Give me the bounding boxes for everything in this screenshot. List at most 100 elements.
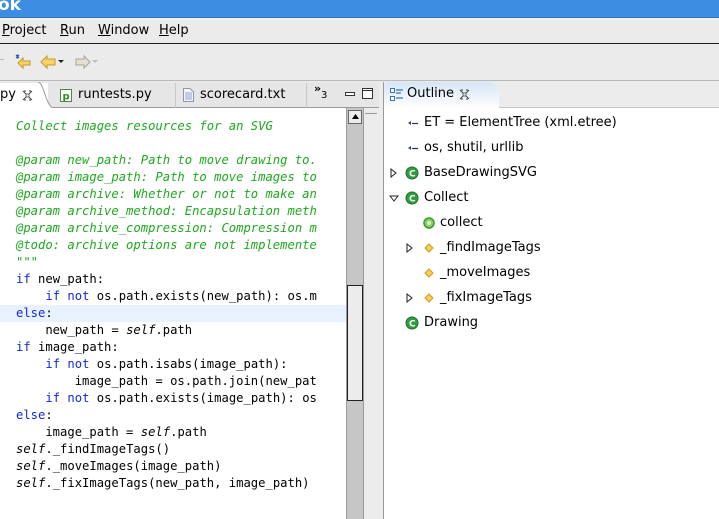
tab-label: Outline <box>407 86 455 101</box>
tab-outline[interactable]: Outline <box>384 82 499 108</box>
outline-node-label: collect <box>440 215 483 230</box>
text-file-icon <box>183 88 194 102</box>
tab-overflow-button[interactable]: » 3 <box>312 82 336 108</box>
outline-node-label: Collect <box>424 190 469 205</box>
import-icon <box>406 113 420 133</box>
svg-text:C: C <box>409 170 416 180</box>
code-line: @param archive_method: Encapsulation met… <box>16 204 317 218</box>
menu-mnemonic: W <box>98 23 111 38</box>
outline-panel: Outline ET = ElementTree (xml.etree) os, … <box>383 82 719 519</box>
ruler-mark <box>365 113 377 114</box>
title-bar: ok <box>0 0 719 18</box>
outline-node[interactable]: _moveImages <box>384 263 719 283</box>
code-line: new_path = self.path <box>16 323 193 337</box>
code-line: else: <box>16 306 53 320</box>
code-line: image_path = self.path <box>16 425 207 439</box>
code-line: @todo: archive options are not implement… <box>16 238 317 252</box>
overflow-count: 3 <box>321 90 328 101</box>
code-line: self._findImageTags() <box>16 442 171 456</box>
code-line: """ <box>16 255 39 269</box>
outline-node[interactable]: C BaseDrawingSVG <box>384 163 719 183</box>
window-title: ok <box>0 0 21 15</box>
tab-label: runtests.py <box>78 87 152 102</box>
menu-bar: Project Run Window Help <box>0 18 719 44</box>
tab-scorecard[interactable]: scorecard.txt <box>176 83 307 108</box>
scroll-up-button[interactable] <box>348 110 362 124</box>
code-line: else: <box>16 408 53 422</box>
code-line: if not os.path.exists(image_path): os <box>45 391 317 405</box>
forward-dropdown-icon[interactable] <box>92 60 98 64</box>
menu-label: elp <box>168 23 189 38</box>
menu-help[interactable]: Help <box>159 23 189 38</box>
code-line: Collect images resources for an SVG <box>16 119 273 133</box>
tab-runtests[interactable]: p runtests.py <box>54 83 176 108</box>
code-line: @param new_path: Path to move drawing to… <box>16 153 317 167</box>
outline-node-label: BaseDrawingSVG <box>424 165 537 180</box>
outline-node-label: os, shutil, urllib <box>424 140 524 155</box>
menu-mnemonic: P <box>2 23 10 38</box>
code-line: if not os.path.exists(new_path): os.m <box>45 289 317 303</box>
outline-node-label: ET = ElementTree (xml.etree) <box>424 115 617 130</box>
code-line: @param archive: Whether or not to make a… <box>16 187 317 201</box>
scroll-thumb[interactable] <box>347 285 363 401</box>
tab-label: py <box>0 87 16 102</box>
back-icon[interactable] <box>40 54 58 70</box>
code-line: self._moveImages(image_path) <box>16 459 222 473</box>
menu-label: indow <box>110 23 150 38</box>
minimize-icon[interactable] <box>345 90 355 98</box>
editor-tab-strip: py p runtests.py scorecard.txt » 3 <box>0 82 379 108</box>
maximize-icon[interactable] <box>362 88 373 99</box>
editor-vertical-scrollbar[interactable] <box>346 108 364 519</box>
overview-ruler <box>364 108 379 519</box>
protected-method-icon <box>422 238 436 258</box>
code-editor[interactable]: """ Collect images resources for an SVG @p… <box>0 108 346 519</box>
expand-icon[interactable] <box>390 168 398 178</box>
editor-panel: py p runtests.py scorecard.txt » 3 """ C… <box>0 82 379 519</box>
outline-node-label: _fixImageTags <box>440 290 532 305</box>
outline-node[interactable]: C Collect <box>384 188 719 208</box>
outline-node-label: Drawing <box>424 315 479 330</box>
menu-project[interactable]: Project <box>2 23 47 38</box>
menu-label: roject <box>9 23 47 38</box>
outline-node-label: _moveImages <box>440 265 531 280</box>
class-icon: C <box>405 188 419 208</box>
back-dropdown-icon[interactable] <box>58 60 64 64</box>
tab-label: scorecard.txt <box>200 87 286 102</box>
code-line: """ <box>16 108 39 116</box>
close-icon[interactable] <box>459 89 470 100</box>
menu-window[interactable]: Window <box>98 23 149 38</box>
outline-node[interactable]: _fixImageTags <box>384 288 719 308</box>
outline-tab-strip: Outline <box>384 82 719 108</box>
outline-icon <box>390 88 403 101</box>
collapse-icon[interactable] <box>389 195 399 203</box>
svg-text:C: C <box>409 195 416 205</box>
outline-node[interactable]: collect <box>384 213 719 233</box>
code-line: if image_path: <box>16 340 119 354</box>
expand-icon[interactable] <box>406 243 414 253</box>
code-line: if not os.path.isabs(image_path): <box>45 357 288 371</box>
outline-node[interactable]: C Drawing <box>384 313 719 333</box>
last-edit-location-icon[interactable] <box>14 54 32 70</box>
code-line: if new_path: <box>16 272 105 286</box>
outline-node[interactable]: _findImageTags <box>384 238 719 258</box>
forward-icon[interactable] <box>73 54 91 70</box>
pydev-file-icon: p <box>60 89 72 102</box>
outline-node[interactable]: ET = ElementTree (xml.etree) <box>384 113 719 133</box>
svg-text:C: C <box>409 320 416 330</box>
svg-text:p: p <box>63 92 70 103</box>
expand-icon[interactable] <box>406 293 414 303</box>
code-line: image_path = os.path.join(new_pat <box>16 374 317 388</box>
outline-node[interactable]: os, shutil, urllib <box>384 138 719 158</box>
tab-curve <box>38 82 54 108</box>
tab-separator <box>306 83 307 108</box>
code-line: @param archive_compression: Compression … <box>16 221 317 235</box>
toolbar <box>0 45 719 81</box>
arrow-up-icon <box>352 114 359 119</box>
import-icon <box>406 138 420 158</box>
menu-mnemonic: H <box>159 23 169 38</box>
close-icon[interactable] <box>22 90 33 101</box>
public-method-icon <box>422 213 436 233</box>
menu-run[interactable]: Run <box>60 23 85 38</box>
code-line: self._fixImageTags(new_path, image_path) <box>16 476 310 490</box>
toolbar-separator <box>0 59 4 60</box>
